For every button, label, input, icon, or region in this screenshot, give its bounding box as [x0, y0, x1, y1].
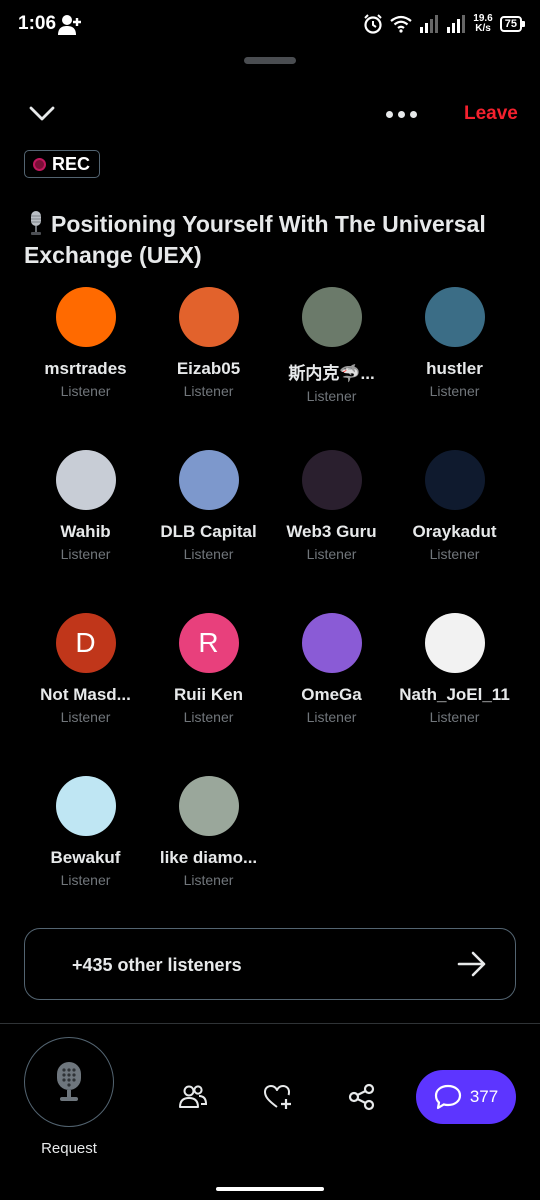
recording-badge: REC: [24, 150, 101, 178]
listener-name: Wahib: [60, 522, 111, 541]
listener-role: Listener: [429, 546, 480, 562]
listener-card[interactable]: R Ruii Ken Listener: [147, 613, 270, 725]
listener-role: Listener: [60, 872, 111, 888]
space-title: Positioning Yourself With The Universal …: [24, 211, 486, 268]
avatar: [178, 450, 239, 510]
wifi-icon: [390, 15, 412, 33]
listener-card[interactable]: Eizab05 Listener: [147, 287, 270, 399]
listener-card[interactable]: Web3 Guru Listener: [270, 450, 393, 562]
rec-label: REC: [52, 153, 91, 174]
listener-card[interactable]: Nath_JoEl_11 Listener: [393, 613, 516, 725]
listener-role: Listener: [306, 709, 357, 725]
leave-button[interactable]: Leave: [464, 103, 518, 125]
avatar: [301, 287, 362, 347]
listener-role: Listener: [183, 872, 234, 888]
listener-role: Listener: [306, 546, 357, 562]
chat-bubble-icon: [434, 1084, 461, 1110]
share-icon[interactable]: [347, 1082, 377, 1112]
listener-card[interactable]: hustler Listener: [393, 287, 516, 399]
listener-name: Not Masd...: [40, 685, 131, 704]
alarm-icon: [364, 14, 382, 34]
listener-role: Listener: [183, 709, 234, 725]
avatar: [301, 450, 362, 510]
more-dots-icon[interactable]: [386, 104, 420, 124]
listener-role: Listener: [60, 709, 111, 725]
avatar: [424, 613, 485, 673]
listener-role: Listener: [60, 383, 111, 399]
listener-card[interactable]: Oraykadut Listener: [393, 450, 516, 562]
listener-name: 斯内克🦈...: [288, 364, 375, 383]
avatar: [178, 287, 239, 347]
status-bar: 1:06 19.6 K/s 75: [0, 0, 540, 50]
listener-card[interactable]: D Not Masd... Listener: [24, 613, 147, 725]
listener-name: like diamo...: [159, 848, 258, 867]
request-label: Request: [41, 1140, 97, 1157]
home-indicator[interactable]: [216, 1187, 324, 1191]
avatar: R: [178, 613, 239, 673]
record-dot-icon: [33, 157, 46, 171]
listener-name: Bewakuf: [50, 848, 121, 867]
other-listeners-label: +435 other listeners: [72, 955, 242, 975]
microphone-icon: [57, 1062, 81, 1101]
divider: [0, 1023, 540, 1024]
signal-icon: [420, 15, 439, 33]
battery-indicator: 75: [499, 16, 526, 32]
listener-card[interactable]: DLB Capital Listener: [147, 450, 270, 562]
add-person-icon: [58, 15, 81, 35]
listener-name: hustler: [426, 359, 483, 378]
listener-role: Listener: [60, 546, 111, 562]
heart-plus-icon[interactable]: [263, 1082, 293, 1112]
listener-name: Web3 Guru: [286, 522, 377, 541]
chat-button[interactable]: 377: [416, 1070, 516, 1124]
listener-name: OmeGa: [301, 685, 362, 704]
studio-microphone-icon: [31, 211, 41, 235]
listener-role: Listener: [183, 383, 234, 399]
listener-role: Listener: [306, 388, 357, 404]
avatar: D: [55, 613, 116, 673]
other-listeners-button[interactable]: +435 other listeners: [24, 928, 516, 1000]
people-icon[interactable]: [178, 1082, 208, 1112]
listener-name: DLB Capital: [160, 522, 257, 541]
listener-name: Nath_JoEl_11: [399, 685, 510, 704]
status-time: 1:06: [18, 13, 57, 34]
chevron-down-icon[interactable]: [28, 104, 56, 124]
avatar: [55, 287, 116, 347]
avatar: [55, 776, 116, 836]
listener-card[interactable]: Wahib Listener: [24, 450, 147, 562]
avatar: [178, 776, 239, 836]
arrow-right-icon: [457, 951, 486, 977]
chat-count: 377: [469, 1087, 499, 1106]
listener-card[interactable]: msrtrades Listener: [24, 287, 147, 399]
drag-handle[interactable]: [244, 57, 296, 64]
signal-icon-2: [447, 15, 466, 33]
listener-card[interactable]: OmeGa Listener: [270, 613, 393, 725]
avatar: [55, 450, 116, 510]
request-mic-button[interactable]: [24, 1037, 114, 1127]
listener-role: Listener: [429, 383, 480, 399]
listener-name: Oraykadut: [412, 522, 497, 541]
listener-card[interactable]: like diamo... Listener: [147, 776, 270, 888]
listener-card[interactable]: Bewakuf Listener: [24, 776, 147, 888]
listener-name: Eizab05: [176, 359, 241, 378]
network-speed: 19.6 K/s: [473, 13, 493, 34]
avatar: [301, 613, 362, 673]
listener-role: Listener: [183, 546, 234, 562]
avatar: [424, 450, 485, 510]
listener-role: Listener: [429, 709, 480, 725]
avatar: [424, 287, 485, 347]
listener-name: Ruii Ken: [174, 685, 243, 704]
listener-card[interactable]: 斯内克🦈... Listener: [270, 287, 393, 404]
listener-name: msrtrades: [44, 359, 127, 378]
